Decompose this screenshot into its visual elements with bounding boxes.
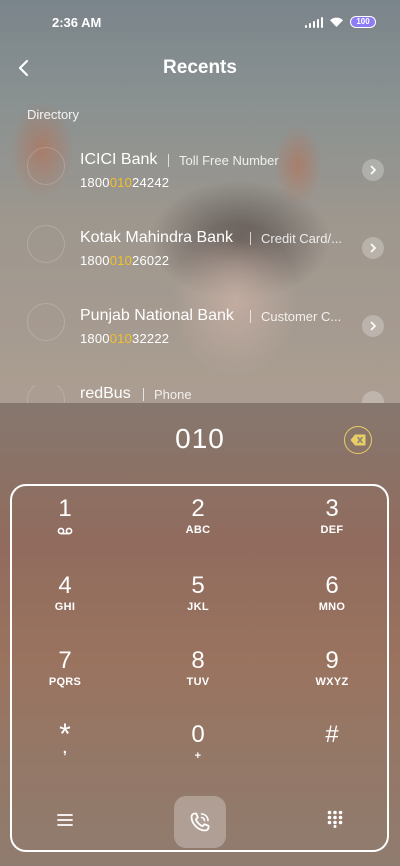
key-digit: 2 [191, 495, 205, 522]
chevron-right-icon[interactable] [362, 237, 384, 259]
chevron-right-icon[interactable] [362, 391, 384, 403]
result-type: Credit Card/... [261, 231, 342, 246]
key-7[interactable]: 7 PQRS [20, 648, 110, 708]
call-button[interactable] [174, 796, 226, 848]
key-4[interactable]: 4 GHI [20, 573, 110, 633]
key-letters: ABC [185, 524, 211, 536]
dialpad-icon[interactable] [326, 810, 344, 828]
chevron-right-icon[interactable] [362, 315, 384, 337]
result-name: Kotak Mahindra Bank [80, 229, 233, 246]
divider [250, 232, 251, 245]
key-letters: + [194, 750, 202, 762]
voicemail-icon [57, 527, 73, 535]
key-letters: DEF [320, 524, 344, 536]
directory-result[interactable]: ICICI Bank Toll Free Number 180001024242 [0, 147, 400, 211]
key-9[interactable]: 9 WXYZ [287, 648, 377, 708]
key-digit: 0 [191, 721, 205, 748]
wifi-icon [330, 17, 343, 27]
directory-result[interactable]: Kotak Mahindra Bank Credit Card/... 1800… [0, 225, 400, 289]
divider [168, 154, 169, 167]
key-6[interactable]: 6 MNO [287, 573, 377, 633]
key-8[interactable]: 8 TUV [153, 648, 243, 708]
result-name: redBus [80, 385, 131, 402]
key-5[interactable]: 5 JKL [153, 573, 243, 633]
avatar [27, 303, 65, 341]
key-digit: 3 [325, 495, 339, 522]
key-hash[interactable]: # [287, 722, 377, 782]
divider [250, 310, 251, 323]
key-star[interactable]: * , [20, 720, 110, 782]
directory-result[interactable]: Punjab National Bank Customer C... 18000… [0, 303, 400, 367]
page-title: Recents [163, 57, 237, 78]
key-letters: , [62, 740, 68, 756]
battery-icon: 100 [350, 16, 376, 28]
key-digit: 1 [58, 495, 72, 522]
result-number: 180001024242 [80, 175, 170, 190]
result-number: 180001032222 [80, 331, 170, 346]
key-digit: 7 [58, 647, 72, 674]
key-letters: JKL [187, 601, 209, 613]
result-type: Phone [154, 387, 192, 402]
status-icons: 100 [304, 16, 376, 28]
avatar [27, 225, 65, 263]
result-name: Punjab National Bank [80, 307, 234, 324]
key-0[interactable]: 0 + [153, 722, 243, 782]
key-digit: 9 [325, 647, 339, 674]
signal-icon [304, 16, 323, 28]
key-letters: GHI [54, 601, 76, 613]
backspace-icon[interactable] [344, 426, 372, 454]
menu-icon[interactable] [55, 810, 75, 830]
key-digit: 4 [58, 572, 72, 599]
directory-label: Directory [27, 107, 80, 122]
key-letters: WXYZ [315, 676, 349, 688]
chevron-right-icon[interactable] [362, 159, 384, 181]
key-1[interactable]: 1 [20, 496, 110, 556]
dialed-number: 010 [175, 423, 225, 454]
key-digit: 6 [325, 572, 339, 599]
key-3[interactable]: 3 DEF [287, 496, 377, 556]
result-type: Toll Free Number [179, 153, 279, 168]
result-name: ICICI Bank [80, 151, 158, 168]
avatar [27, 385, 65, 403]
directory-result[interactable]: redBus Phone [0, 385, 400, 403]
status-time: 2:36 AM [52, 15, 102, 30]
key-digit: # [325, 721, 339, 748]
divider [143, 388, 144, 401]
status-bar: 2:36 AM 100 [0, 0, 400, 44]
key-letters: MNO [318, 601, 346, 613]
key-digit: 5 [191, 572, 205, 599]
avatar [27, 147, 65, 185]
phone-icon [190, 812, 210, 832]
key-digit: 8 [191, 647, 205, 674]
key-letters: TUV [186, 676, 210, 688]
result-number: 180001026022 [80, 253, 170, 268]
key-2[interactable]: 2 ABC [153, 496, 243, 556]
result-type: Customer C... [261, 309, 342, 324]
key-letters: PQRS [48, 676, 82, 688]
